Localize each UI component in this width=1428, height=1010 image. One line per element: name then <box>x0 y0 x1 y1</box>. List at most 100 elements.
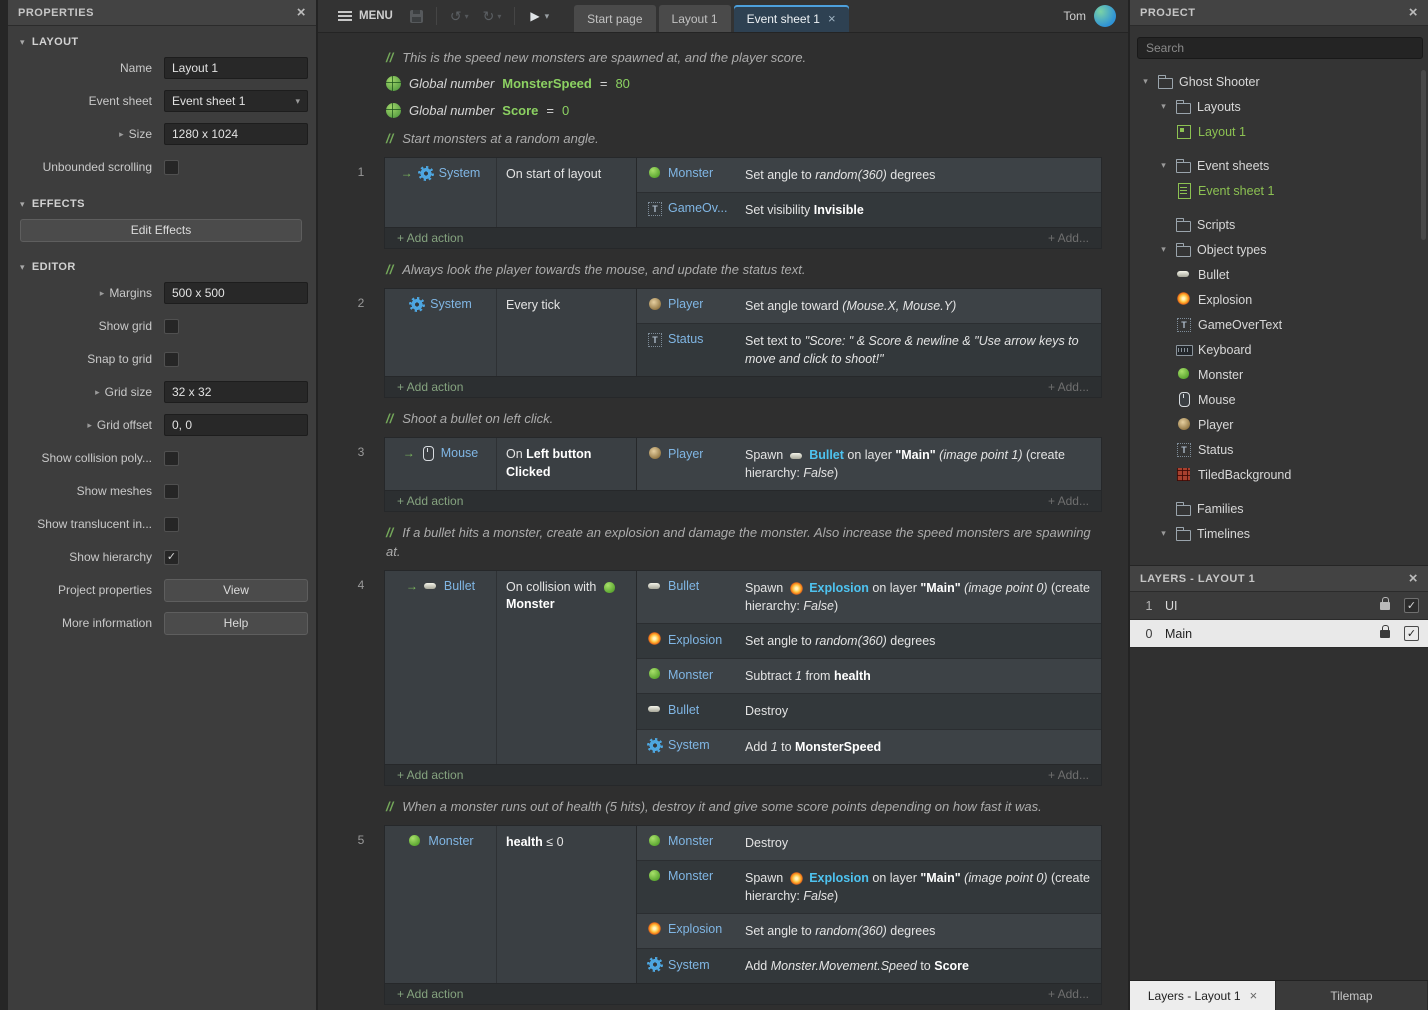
show-translucent-checkbox[interactable] <box>164 517 179 532</box>
tab-layers-layout-1[interactable]: Layers - Layout 1 × <box>1130 981 1276 1010</box>
margins-field[interactable] <box>164 282 308 304</box>
tree-item-status[interactable]: Status <box>1130 437 1428 462</box>
expander-icon[interactable]: ▾ <box>1158 160 1169 171</box>
close-icon[interactable]: × <box>1409 571 1418 586</box>
tree-item-explosion[interactable]: Explosion <box>1130 287 1428 312</box>
layer-visible-checkbox[interactable]: ✓ <box>1404 626 1419 641</box>
save-button[interactable] <box>403 10 430 23</box>
tab-event-sheet-1[interactable]: Event sheet 1 × <box>734 5 849 32</box>
event-sheet-canvas[interactable]: //This is the speed new monsters are spa… <box>318 33 1128 1010</box>
project-scrollbar[interactable] <box>1421 70 1426 240</box>
layer-visible-checkbox[interactable]: ✓ <box>1404 598 1419 613</box>
help-button[interactable]: Help <box>164 612 308 635</box>
event-condition[interactable]: Monster health ≤ 0 <box>385 826 637 984</box>
add-more-link[interactable]: + Add... <box>1048 231 1089 245</box>
expander-icon[interactable]: ▸ <box>95 387 100 398</box>
search-input[interactable] <box>1137 37 1423 59</box>
event-sheet-select[interactable]: Event sheet 1 ▾ <box>164 90 308 112</box>
action-row[interactable]: System Add 1 to MonsterSpeed <box>637 730 1101 764</box>
size-field[interactable] <box>164 123 308 145</box>
expander-icon[interactable]: ▸ <box>100 288 105 299</box>
redo-button[interactable]: ↻▾ <box>476 8 509 25</box>
add-more-link[interactable]: + Add... <box>1048 987 1089 1001</box>
grid-offset-field[interactable] <box>164 414 308 436</box>
tree-item-mouse[interactable]: Mouse <box>1130 387 1428 412</box>
show-hierarchy-checkbox[interactable]: ✓ <box>164 550 179 565</box>
event-number[interactable]: 3 <box>338 437 384 512</box>
comment-row[interactable]: //Shoot a bullet on left click. <box>386 410 1091 429</box>
view-button[interactable]: View <box>164 579 308 602</box>
undo-button[interactable]: ↺▾ <box>443 8 476 25</box>
tree-item-event-sheets[interactable]: ▾ Event sheets <box>1130 153 1428 178</box>
tree-item-keyboard[interactable]: Keyboard <box>1130 337 1428 362</box>
action-row[interactable]: Monster Destroy <box>637 826 1101 861</box>
unbounded-scrolling-checkbox[interactable] <box>164 160 179 175</box>
expander-icon[interactable]: ▸ <box>119 129 124 140</box>
close-icon[interactable]: × <box>1250 989 1258 1002</box>
show-collision-checkbox[interactable] <box>164 451 179 466</box>
event-number[interactable]: 5 <box>338 825 384 1006</box>
add-more-link[interactable]: + Add... <box>1048 380 1089 394</box>
close-icon[interactable]: × <box>297 5 306 20</box>
avatar[interactable] <box>1094 5 1116 27</box>
lock-icon[interactable] <box>1380 602 1390 610</box>
add-more-link[interactable]: + Add... <box>1048 494 1089 508</box>
action-row[interactable]: System Add Monster.Movement.Speed to Sco… <box>637 949 1101 983</box>
action-row[interactable]: Player Spawn Bullet on layer "Main" (ima… <box>637 438 1101 490</box>
layer-row-ui[interactable]: 1 UI ✓ <box>1130 592 1428 620</box>
action-row[interactable]: Status Set text to "Score: " & Score & n… <box>637 324 1101 376</box>
tree-item-player[interactable]: Player <box>1130 412 1428 437</box>
show-meshes-checkbox[interactable] <box>164 484 179 499</box>
snap-to-grid-checkbox[interactable] <box>164 352 179 367</box>
event-number[interactable]: 2 <box>338 288 384 398</box>
menu-button[interactable]: MENU <box>328 0 403 32</box>
layer-row-main[interactable]: 0 Main ✓ <box>1130 620 1428 648</box>
action-row[interactable]: Explosion Set angle to random(360) degre… <box>637 914 1101 949</box>
tree-item-monster[interactable]: Monster <box>1130 362 1428 387</box>
preview-button[interactable]: ▶▾ <box>521 9 558 23</box>
action-row[interactable]: Bullet Destroy <box>637 694 1101 729</box>
tree-item-ghost-shooter[interactable]: ▾ Ghost Shooter <box>1130 69 1428 94</box>
tree-item-timelines[interactable]: ▾ Timelines <box>1130 521 1428 546</box>
action-row[interactable]: Monster Spawn Explosion on layer "Main" … <box>637 861 1101 914</box>
event-condition[interactable]: System Every tick <box>385 289 637 376</box>
lock-icon[interactable] <box>1380 630 1390 638</box>
expander-icon[interactable]: ▾ <box>1158 244 1169 255</box>
tab-tilemap[interactable]: Tilemap <box>1276 981 1428 1010</box>
edit-effects-button[interactable]: Edit Effects <box>20 219 302 242</box>
grid-size-field[interactable] <box>164 381 308 403</box>
editor-section-header[interactable]: ▾ EDITOR <box>8 251 316 281</box>
add-action-link[interactable]: + Add action <box>397 380 463 394</box>
tree-item-layouts[interactable]: ▾ Layouts <box>1130 94 1428 119</box>
tree-item-object-types[interactable]: ▾ Object types <box>1130 237 1428 262</box>
layout-section-header[interactable]: ▾ LAYOUT <box>8 26 316 56</box>
action-row[interactable]: GameOv... Set visibility Invisible <box>637 193 1101 227</box>
expander-icon[interactable]: ▸ <box>87 420 92 431</box>
expander-icon[interactable]: ▾ <box>1140 76 1151 87</box>
action-row[interactable]: Bullet Spawn Explosion on layer "Main" (… <box>637 571 1101 624</box>
event-condition[interactable]: → System On start of layout <box>385 158 637 227</box>
close-icon[interactable]: × <box>828 12 836 25</box>
tree-item-families[interactable]: Families <box>1130 496 1428 521</box>
action-row[interactable]: Monster Set angle to random(360) degrees <box>637 158 1101 193</box>
comment-row[interactable]: //This is the speed new monsters are spa… <box>386 49 1091 68</box>
tab-start-page[interactable]: Start page <box>574 5 655 32</box>
add-action-link[interactable]: + Add action <box>397 987 463 1001</box>
tree-item-event-sheet-1[interactable]: Event sheet 1 <box>1130 178 1428 203</box>
comment-row[interactable]: //Start monsters at a random angle. <box>386 130 1091 149</box>
comment-row[interactable]: //If a bullet hits a monster, create an … <box>386 524 1091 562</box>
action-row[interactable]: Monster Subtract 1 from health <box>637 659 1101 694</box>
action-row[interactable]: Player Set angle toward (Mouse.X, Mouse.… <box>637 289 1101 324</box>
close-icon[interactable]: × <box>1409 5 1418 20</box>
tree-item-bullet[interactable]: Bullet <box>1130 262 1428 287</box>
show-grid-checkbox[interactable] <box>164 319 179 334</box>
add-action-link[interactable]: + Add action <box>397 768 463 782</box>
add-more-link[interactable]: + Add... <box>1048 768 1089 782</box>
action-row[interactable]: Explosion Set angle to random(360) degre… <box>637 624 1101 659</box>
event-number[interactable]: 1 <box>338 157 384 249</box>
name-field[interactable] <box>164 57 308 79</box>
expander-icon[interactable]: ▾ <box>1158 528 1169 539</box>
event-number[interactable]: 4 <box>338 570 384 786</box>
expander-icon[interactable]: ▾ <box>1158 101 1169 112</box>
tab-layout-1[interactable]: Layout 1 <box>659 5 731 32</box>
